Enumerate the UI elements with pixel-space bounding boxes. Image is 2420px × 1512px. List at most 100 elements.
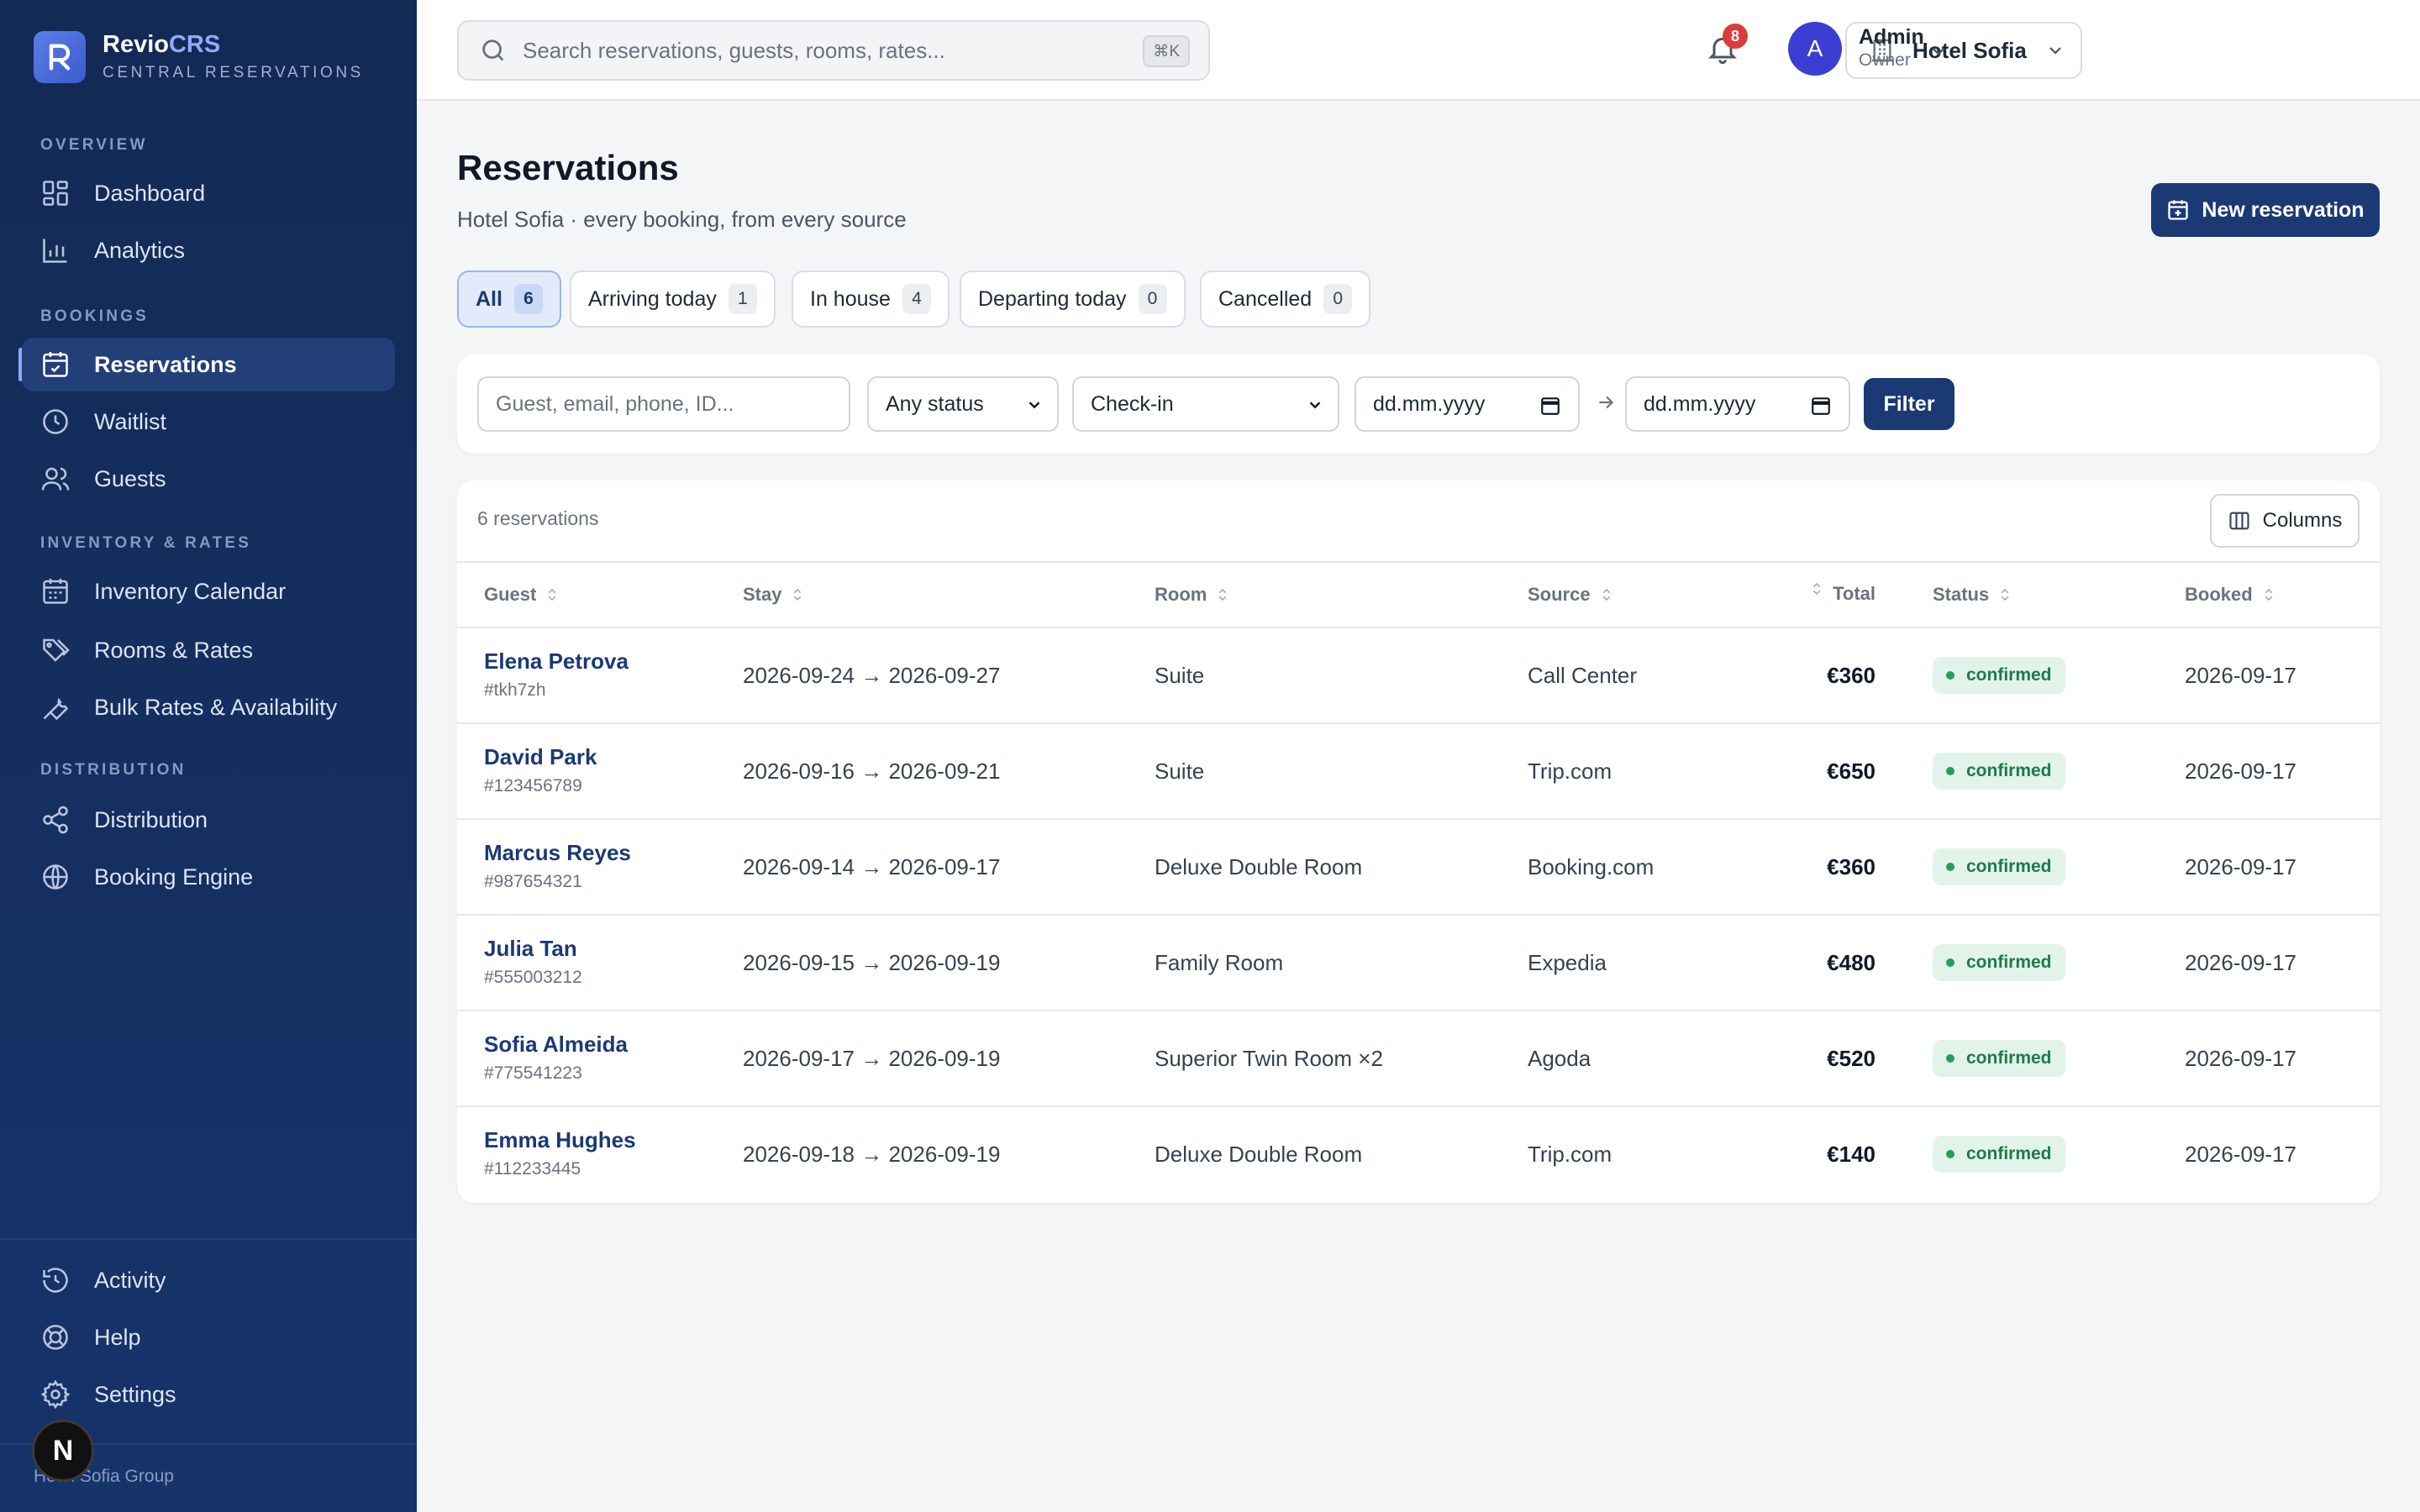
reservation-id: #tkh7zh — [484, 680, 546, 700]
reservation-id: #112233445 — [484, 1159, 581, 1179]
sidebar-item-label: Distribution — [94, 806, 208, 832]
room-type: Suite — [1155, 758, 1205, 784]
table-row[interactable]: Marcus Reyes #987654321 2026-09-14 → 202… — [457, 820, 2380, 916]
sidebar-item-label: Reservations — [94, 351, 237, 377]
column-header-source[interactable]: Source — [1528, 563, 1614, 627]
sidebar-divider — [0, 1238, 417, 1240]
sidebar-item-inventory-calendar[interactable]: Inventory Calendar — [22, 564, 395, 618]
calendar-icon[interactable] — [1810, 395, 1832, 417]
column-header-guest[interactable]: Guest — [484, 563, 560, 627]
sidebar-item-guests[interactable]: Guests — [22, 452, 395, 506]
date-from-field[interactable]: dd.mm.yyyy — [1355, 376, 1580, 432]
status-dot — [1946, 863, 1954, 871]
tab-cancelled[interactable]: Cancelled 0 — [1200, 270, 1371, 328]
room-type: Superior Twin Room ×2 — [1155, 1045, 1383, 1071]
stay-dates: 2026-09-17 → 2026-09-19 — [743, 1045, 1001, 1071]
new-reservation-button[interactable]: New reservation — [2151, 183, 2380, 237]
status-badge: confirmed — [1933, 944, 2065, 981]
table-row[interactable]: Emma Hughes #112233445 2026-09-18 → 2026… — [457, 1107, 2380, 1203]
global-search[interactable]: ⌘K — [457, 20, 1210, 81]
page-subtitle: Hotel Sofia · every booking, from every … — [457, 207, 907, 232]
calendar-check-icon — [43, 352, 68, 377]
filter-bar: Guest, email, phone, ID... Any status Ch… — [457, 354, 2380, 454]
tab-label: Arriving today — [588, 286, 717, 311]
nav-section-overview: OVERVIEW — [40, 136, 148, 154]
brand[interactable]: RevioCRS CENTRAL RESERVATIONS — [34, 30, 364, 84]
filter-button[interactable]: Filter — [1864, 378, 1954, 430]
reservations-table: 6 reservations Columns Guest Stay Room S… — [457, 480, 2380, 1203]
table-row[interactable]: Elena Petrova #tkh7zh 2026-09-24 → 2026-… — [457, 628, 2380, 724]
nav-section-bookings: BOOKINGS — [40, 307, 150, 325]
table-row[interactable]: Sofia Almeida #775541223 2026-09-17 → 20… — [457, 1011, 2380, 1107]
sidebar-item-label: Help — [94, 1324, 141, 1350]
date-field-select[interactable]: Check-in — [1072, 376, 1339, 432]
sidebar-item-dashboard[interactable]: Dashboard — [22, 166, 395, 220]
reservation-id: #987654321 — [484, 872, 582, 891]
sidebar-item-booking-engine[interactable]: Booking Engine — [22, 850, 395, 904]
reservation-count: 6 reservations — [477, 507, 599, 529]
clock-icon — [43, 409, 68, 434]
table-row[interactable]: Julia Tan #555003212 2026-09-15 → 2026-0… — [457, 916, 2380, 1011]
date-from-value: dd.mm.yyyy — [1373, 391, 1486, 416]
search-input[interactable] — [523, 37, 1128, 64]
tab-departing-today[interactable]: Departing today 0 — [960, 270, 1186, 328]
booked-date: 2026-09-17 — [2185, 1045, 2296, 1071]
table-row[interactable]: David Park #123456789 2026-09-16 → 2026-… — [457, 724, 2380, 820]
sort-icon — [1219, 588, 1227, 601]
new-reservation-label: New reservation — [2202, 197, 2365, 222]
sidebar-item-settings[interactable]: Settings — [22, 1368, 395, 1421]
date-field-value: Check-in — [1091, 391, 1174, 416]
sidebar-item-label: Guests — [94, 465, 166, 491]
chevron-down-icon[interactable] — [1928, 40, 1949, 62]
guest-name-link[interactable]: David Park — [484, 744, 597, 770]
booked-date: 2026-09-17 — [2185, 853, 2296, 879]
status-badge: confirmed — [1933, 657, 2065, 694]
share-icon — [43, 806, 68, 834]
column-header-stay[interactable]: Stay — [743, 563, 805, 627]
status-badge: confirmed — [1933, 1136, 2065, 1173]
status-dot — [1946, 767, 1954, 775]
sidebar-item-rooms-rates[interactable]: Rooms & Rates — [22, 623, 395, 677]
guest-name-link[interactable]: Elena Petrova — [484, 648, 629, 675]
analytics-icon — [43, 239, 67, 263]
booked-date: 2026-09-17 — [2185, 662, 2296, 688]
total-amount: €480 — [1827, 949, 1876, 975]
sort-icon — [1602, 588, 1610, 601]
sidebar-item-distribution[interactable]: Distribution — [22, 793, 395, 847]
column-header-room[interactable]: Room — [1155, 563, 1230, 627]
column-header-status[interactable]: Status — [1933, 563, 2012, 627]
room-type: Deluxe Double Room — [1155, 1141, 1363, 1167]
column-header-booked[interactable]: Booked — [2185, 563, 2276, 627]
guest-name-link[interactable]: Sofia Almeida — [484, 1032, 628, 1058]
status-dot — [1946, 1150, 1954, 1158]
date-to-field[interactable]: dd.mm.yyyy — [1625, 376, 1850, 432]
topbar: ⌘K Hotel Sofia — [417, 0, 2420, 101]
guest-name-link[interactable]: Julia Tan — [484, 936, 577, 962]
tab-all[interactable]: All 6 — [457, 270, 561, 328]
brand-name: RevioCRS — [103, 31, 221, 58]
dev-badge[interactable]: N — [32, 1420, 94, 1482]
status-select[interactable]: Any status — [867, 376, 1059, 432]
calendar-icon[interactable] — [1539, 395, 1561, 417]
avatar[interactable]: A — [1788, 22, 1842, 76]
sidebar-item-reservations[interactable]: Reservations — [22, 338, 395, 391]
nav-section-inventory: INVENTORY & RATES — [40, 534, 252, 552]
tab-in-house[interactable]: In house 4 — [792, 270, 950, 328]
status-dot — [1946, 671, 1954, 680]
sidebar-item-bulk-rates[interactable]: Bulk Rates & Availability — [22, 680, 395, 734]
columns-button[interactable]: Columns — [2210, 494, 2360, 548]
sidebar-item-activity[interactable]: Activity — [22, 1253, 395, 1307]
guest-name-link[interactable]: Marcus Reyes — [484, 840, 631, 866]
status-dot — [1946, 1054, 1954, 1063]
sidebar-item-analytics[interactable]: Analytics — [22, 223, 395, 277]
sidebar-item-label: Inventory Calendar — [94, 578, 287, 604]
date-to-value: dd.mm.yyyy — [1644, 391, 1756, 416]
tab-arriving-today[interactable]: Arriving today 1 — [570, 270, 776, 328]
sort-icon — [794, 588, 802, 601]
guest-name-link[interactable]: Emma Hughes — [484, 1127, 636, 1153]
column-header-total[interactable]: Total — [1809, 563, 1876, 627]
sidebar-item-help[interactable]: Help — [22, 1310, 395, 1364]
sidebar-item-waitlist[interactable]: Waitlist — [22, 395, 395, 449]
user-name[interactable]: Admin — [1859, 25, 1924, 50]
guest-search-field[interactable]: Guest, email, phone, ID... — [477, 376, 850, 432]
